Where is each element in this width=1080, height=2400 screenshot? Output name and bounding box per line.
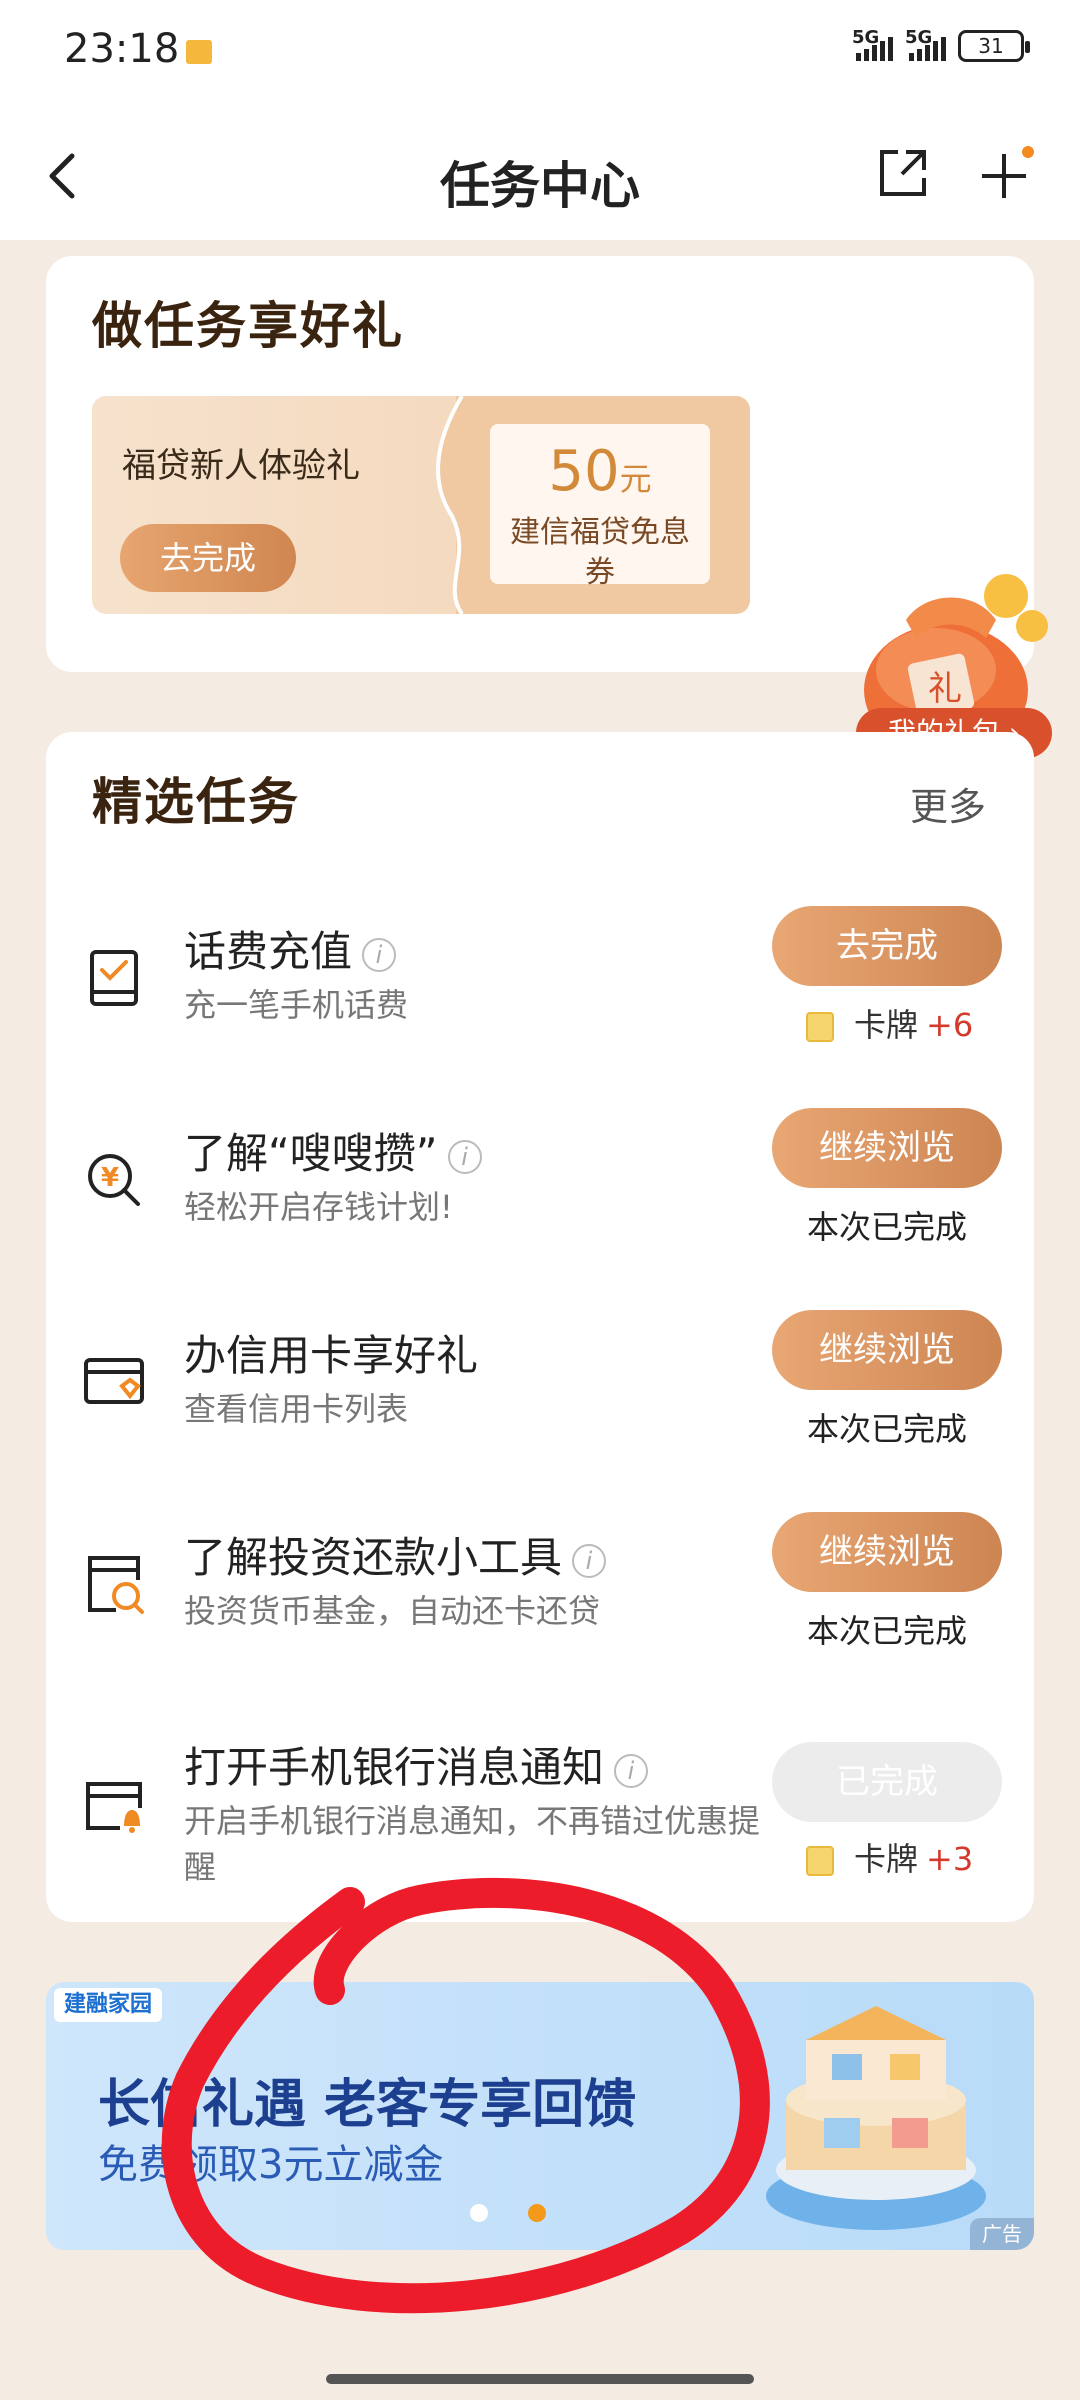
task-reward: 卡牌 +3 <box>806 1834 973 1880</box>
card-icon <box>806 1012 834 1042</box>
banner-subtitle: 免费领取3元立减金 <box>98 2142 444 2188</box>
section-title-gift: 做任务享好礼 <box>92 286 404 360</box>
banner-title: 长信礼遇 老客专享回馈 <box>98 2075 637 2135</box>
signal-icon-2: 5G <box>905 27 946 61</box>
share-icon[interactable] <box>876 146 930 200</box>
task-title: 话费充值 i <box>184 918 397 979</box>
task-subtitle: 开启手机银行消息通知，不再错过优惠提醒 <box>184 1802 761 1886</box>
task-status: 本次已完成 <box>806 1208 967 1246</box>
task-subtitle: 轻松开启存钱计划! <box>184 1188 453 1226</box>
signal-icon: 5G <box>852 27 893 61</box>
phone-bill-icon <box>90 950 138 1006</box>
info-icon[interactable]: i <box>362 937 397 972</box>
savings-search-icon: ¥ <box>88 1154 140 1206</box>
status-time: 23:18 <box>64 26 180 72</box>
coupon-card: 50元 建信福贷免息券 <box>490 424 710 590</box>
add-icon[interactable] <box>978 150 1030 202</box>
svg-text:礼: 礼 <box>928 669 962 709</box>
svg-text:¥: ¥ <box>101 1163 119 1193</box>
home-indicator[interactable] <box>326 2374 754 2384</box>
task-action-button[interactable]: 继续浏览 <box>772 1512 1002 1592</box>
house-illustration <box>766 2006 986 2230</box>
task-title: 办信用卡享好礼 <box>184 1331 479 1380</box>
info-icon[interactable]: i <box>572 1543 607 1578</box>
banner-logo: 建融家园 <box>54 1988 163 2022</box>
badge-dot <box>1022 146 1034 158</box>
task-completed-button: 已完成 <box>772 1742 1002 1822</box>
task-status: 本次已完成 <box>806 1410 967 1448</box>
task-action-button[interactable]: 去完成 <box>772 906 1002 986</box>
task-subtitle: 投资货币基金，自动还卡还贷 <box>184 1592 601 1630</box>
gift-complete-button[interactable]: 去完成 <box>120 524 296 592</box>
task-title: 了解“嗖嗖攒” i <box>184 1120 482 1181</box>
task-subtitle: 查看信用卡列表 <box>184 1390 409 1428</box>
more-link[interactable]: 更多 <box>910 776 986 831</box>
section-title-tasks: 精选任务 <box>92 762 302 836</box>
ad-label: 广告 <box>970 2218 1034 2250</box>
coupon-wave-edge <box>436 396 492 614</box>
signal-label-2: 5G <box>905 27 933 48</box>
task-action-button[interactable]: 继续浏览 <box>772 1310 1002 1390</box>
coupon-description: 建信福贷免息券 <box>510 515 690 590</box>
ad-banner[interactable]: 建融家园 长信礼遇 老客专享回馈 免费领取3元立减金 广告 <box>46 1982 1034 2250</box>
task-reward: 卡牌 +6 <box>806 1000 973 1046</box>
info-icon[interactable]: i <box>447 1139 482 1174</box>
carousel-dot-active[interactable] <box>528 2204 546 2222</box>
nav-bar: 任务中心 <box>0 110 1080 240</box>
coupon-amount: 50元 <box>548 439 652 504</box>
gift-banner[interactable]: 福贷新人体验礼 去完成 50元 建信福贷免息券 <box>92 396 750 614</box>
carousel-dot[interactable] <box>470 2204 488 2222</box>
info-icon[interactable]: i <box>614 1753 649 1788</box>
task-action-button[interactable]: 继续浏览 <box>772 1108 1002 1188</box>
task-title: 打开手机银行消息通知 i <box>184 1734 649 1795</box>
gift-label: 福贷新人体验礼 <box>122 446 360 486</box>
status-bar: 23:18 5G 5G 31 <box>0 0 1080 110</box>
notification-icon <box>186 40 212 64</box>
task-title: 了解投资还款小工具 i <box>184 1524 607 1585</box>
card-icon <box>806 1846 834 1876</box>
investment-tool-icon <box>88 1556 144 1614</box>
task-status: 本次已完成 <box>806 1612 967 1650</box>
status-icons: 5G 5G 31 <box>852 27 1030 62</box>
signal-label-1: 5G <box>852 27 880 48</box>
credit-card-icon <box>84 1358 144 1404</box>
tasks-card: 精选任务 更多 话费充值 i 充一笔手机话费 去完成 卡牌 +6 ¥ 了解“嗖嗖攒”… <box>46 732 1034 1922</box>
notification-settings-icon <box>86 1782 142 1833</box>
task-subtitle: 充一笔手机话费 <box>184 986 409 1024</box>
battery-icon: 31 <box>958 30 1030 62</box>
